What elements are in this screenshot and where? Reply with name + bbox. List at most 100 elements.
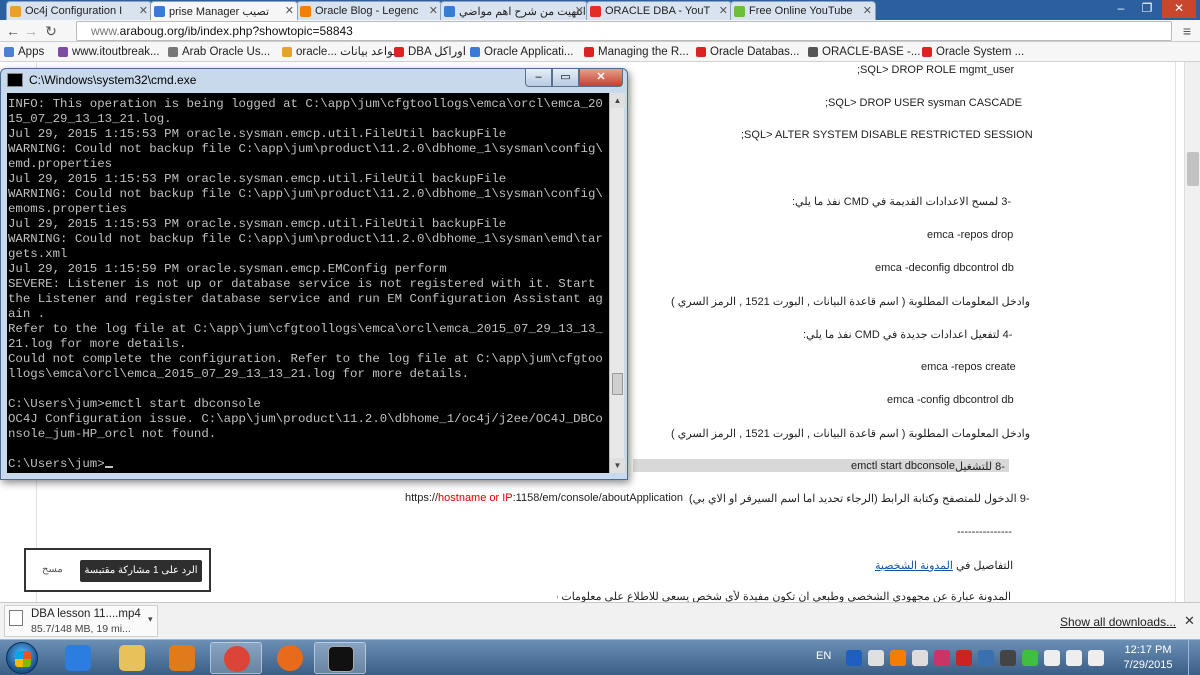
post-line: emca -deconfig dbcontrol db bbox=[875, 262, 1014, 274]
tab-oc4j-configuration[interactable]: Oc4j Configuration I ✕ bbox=[6, 1, 152, 20]
tools-tray-icon[interactable] bbox=[956, 650, 972, 666]
favicon-icon bbox=[444, 6, 455, 17]
bookmark-label: oracle... قواعد بيانات bbox=[296, 46, 399, 58]
window-minimize-button[interactable]: – bbox=[1108, 0, 1134, 18]
cmd-window-title: C:\Windows\system32\cmd.exe bbox=[29, 73, 197, 87]
post-line: ;SQL> DROP USER sysman CASCADE bbox=[825, 97, 1022, 109]
tab-close-icon[interactable]: ✕ bbox=[429, 4, 438, 17]
tab-oracle-dba-youtube[interactable]: ORACLE DBA - YouT ✕ bbox=[586, 1, 732, 20]
bookmark-favicon-icon bbox=[808, 47, 818, 57]
windows-logo-icon bbox=[15, 651, 31, 667]
clear-button[interactable]: مسح bbox=[42, 564, 63, 575]
cmd-close-button[interactable]: ✕ bbox=[579, 69, 623, 87]
show-all-downloads-link[interactable]: Show all downloads... bbox=[1060, 615, 1176, 629]
clock-time: 12:17 PM bbox=[1124, 644, 1172, 656]
signal-icon[interactable] bbox=[1022, 650, 1038, 666]
browser-tab-strip: Oc4j Configuration I ✕ prise Manager تصي… bbox=[0, 0, 1200, 20]
bookmark-oracle-system[interactable]: Oracle System ... bbox=[922, 44, 1024, 60]
bookmark-oracle-databases[interactable]: oracle... قواعد بيانات bbox=[282, 44, 399, 60]
scroll-down-icon[interactable]: ▼ bbox=[610, 458, 625, 473]
url-bar[interactable]: www.araboug.org/ib/index.php?showtopic=5… bbox=[76, 21, 1172, 41]
media-player-icon bbox=[169, 645, 195, 671]
taskbar-media-player[interactable] bbox=[156, 642, 208, 674]
page-scrollbar[interactable] bbox=[1184, 62, 1200, 602]
bookmark-managing-the-r[interactable]: Managing the R... bbox=[584, 44, 689, 60]
window-maximize-button[interactable]: ❐ bbox=[1134, 0, 1160, 18]
media-tray-icon[interactable] bbox=[934, 650, 950, 666]
cmd-maximize-button[interactable]: ▭ bbox=[552, 69, 579, 87]
tab-close-icon[interactable]: ✕ bbox=[575, 4, 584, 17]
tab-close-icon[interactable]: ✕ bbox=[139, 4, 148, 17]
tab-title: Oc4j Configuration I bbox=[25, 5, 123, 17]
close-icon[interactable]: ✕ bbox=[1184, 613, 1195, 629]
tab-title: Free Online YouTube bbox=[749, 5, 853, 17]
cmd-scrollbar-thumb[interactable] bbox=[612, 373, 623, 395]
taskbar-file-explorer[interactable] bbox=[106, 642, 158, 674]
forward-arrow-icon[interactable]: → bbox=[22, 22, 40, 40]
tab-close-icon[interactable]: ✕ bbox=[285, 4, 294, 17]
url-protocol: www. bbox=[91, 24, 120, 38]
volume-icon[interactable] bbox=[1066, 650, 1082, 666]
network-tool-icon[interactable] bbox=[868, 650, 884, 666]
cmd-window[interactable]: C:\Windows\system32\cmd.exe – ▭ ✕ INFO: … bbox=[0, 68, 628, 480]
personal-blog-link[interactable]: المدونة الشخصية bbox=[875, 560, 953, 572]
favicon-icon bbox=[10, 6, 21, 17]
bookmark-label: www.itoutbreak... bbox=[72, 46, 160, 58]
bookmark-oracle-base[interactable]: ORACLE-BASE -... bbox=[808, 44, 920, 60]
bookmark-label: Apps bbox=[18, 46, 45, 58]
tab-arabic-topic[interactable]: انتهيت من شرح اهم مواضي ✕ bbox=[440, 1, 588, 20]
taskbar-internet-explorer[interactable] bbox=[52, 642, 104, 674]
tab-close-icon[interactable]: ✕ bbox=[719, 4, 728, 17]
file-icon bbox=[9, 610, 23, 626]
window-close-button[interactable]: ✕ bbox=[1162, 0, 1196, 18]
console-output-area[interactable]: INFO: This operation is being logged at … bbox=[7, 93, 609, 473]
power-icon[interactable] bbox=[1088, 650, 1104, 666]
favicon-icon bbox=[300, 6, 311, 17]
tab-title: prise Manager تصيب bbox=[169, 6, 270, 18]
orange-tray-icon[interactable] bbox=[890, 650, 906, 666]
bookmark-apps[interactable]: Apps bbox=[4, 44, 44, 60]
bookmark-dba-oracle[interactable]: DBA اوراكل bbox=[394, 44, 466, 60]
chevron-down-icon[interactable]: ▾ bbox=[148, 614, 153, 625]
post-line: وادخل المعلومات المطلوبة ( اسم قاعدة الب… bbox=[671, 296, 1031, 308]
scroll-up-icon[interactable]: ▲ bbox=[610, 93, 625, 108]
language-indicator[interactable]: EN bbox=[816, 650, 831, 662]
tab-enterprise-manager[interactable]: prise Manager تصيب ✕ bbox=[150, 1, 298, 20]
bookmark-arab-oracle-users[interactable]: Arab Oracle Us... bbox=[168, 44, 270, 60]
shield-tray-icon[interactable] bbox=[978, 650, 994, 666]
bookmark-label: Arab Oracle Us... bbox=[182, 46, 271, 58]
taskbar-cmd[interactable] bbox=[314, 642, 366, 674]
start-button[interactable] bbox=[6, 642, 38, 674]
taskbar-firefox[interactable] bbox=[264, 642, 316, 674]
cmd-minimize-button[interactable]: – bbox=[525, 69, 552, 87]
cmd-title-bar[interactable]: C:\Windows\system32\cmd.exe – ▭ ✕ bbox=[1, 69, 627, 91]
scrollbar-thumb[interactable] bbox=[1187, 152, 1199, 186]
post-line: -3 لمسح الاعدادات القديمة في CMD نفذ ما … bbox=[792, 196, 1012, 208]
bookmark-itoutbreak[interactable]: www.itoutbreak... bbox=[58, 44, 160, 60]
bookmark-label: Oracle Applicati... bbox=[484, 46, 574, 58]
post-text: التفاصيل في bbox=[956, 560, 1014, 572]
bookmark-oracle-database[interactable]: Oracle Databas... bbox=[696, 44, 799, 60]
flag-icon[interactable] bbox=[1044, 650, 1060, 666]
reply-quoted-button[interactable]: الرد على 1 مشاركة مقتبسة bbox=[80, 560, 202, 582]
display-tray-icon[interactable] bbox=[1000, 650, 1016, 666]
tab-title: انتهيت من شرح اهم مواضي bbox=[459, 6, 586, 18]
menu-icon[interactable]: ≡ bbox=[1178, 22, 1196, 40]
sync-icon[interactable] bbox=[912, 650, 928, 666]
bookmark-label: ORACLE-BASE -... bbox=[822, 46, 921, 58]
download-item[interactable]: DBA lesson 11....mp4 85.7/148 MB, 19 mi.… bbox=[4, 605, 158, 637]
bookmark-oracle-applications[interactable]: Oracle Applicati... bbox=[470, 44, 573, 60]
url-host-placeholder: hostname or IP bbox=[438, 492, 513, 504]
tab-oracle-blog[interactable]: Oracle Blog - Legenc ✕ bbox=[296, 1, 442, 20]
back-arrow-icon[interactable]: ← bbox=[4, 22, 22, 40]
taskbar-chrome[interactable] bbox=[210, 642, 262, 674]
show-desktop-button[interactable] bbox=[1188, 640, 1200, 675]
reload-icon[interactable]: ↻ bbox=[42, 22, 60, 40]
favicon-icon bbox=[590, 6, 601, 17]
help-icon[interactable] bbox=[846, 650, 862, 666]
chrome-icon bbox=[224, 646, 250, 672]
tab-close-icon[interactable]: ✕ bbox=[863, 4, 872, 17]
clock[interactable]: 12:17 PM 7/29/2015 bbox=[1118, 643, 1178, 673]
cmd-scrollbar[interactable]: ▲ ▼ bbox=[609, 93, 625, 473]
tab-free-online-youtube[interactable]: Free Online YouTube ✕ bbox=[730, 1, 876, 20]
